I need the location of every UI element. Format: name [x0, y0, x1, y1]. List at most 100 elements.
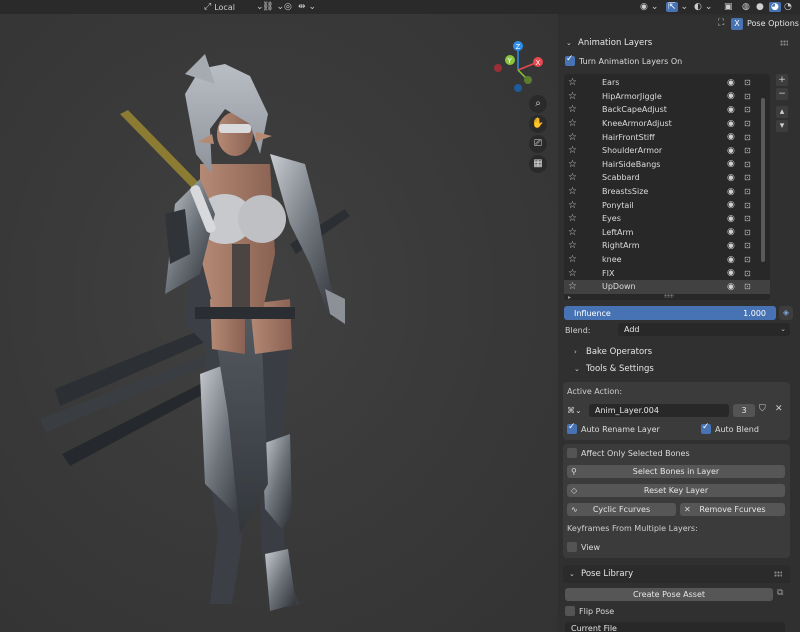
- lock-icon[interactable]: ⊡: [744, 160, 751, 169]
- animation-layers-header[interactable]: ⌄ Animation Layers: [560, 34, 796, 52]
- lock-icon[interactable]: ⊡: [744, 133, 751, 142]
- star-icon[interactable]: ☆: [568, 281, 577, 292]
- star-icon[interactable]: ☆: [568, 254, 577, 265]
- zoom-icon[interactable]: ⌕: [529, 95, 547, 113]
- lock-icon[interactable]: ⊡: [744, 282, 751, 291]
- bake-operators-header[interactable]: › Bake Operators: [568, 343, 800, 361]
- eye-icon[interactable]: ◉: [727, 200, 735, 210]
- select-bones-button[interactable]: ⚲ Select Bones in Layer: [567, 465, 785, 478]
- star-icon[interactable]: ☆: [568, 227, 577, 238]
- rig-icon[interactable]: ⛶: [718, 18, 724, 28]
- star-icon[interactable]: ☆: [568, 172, 577, 183]
- lock-icon[interactable]: ⊡: [744, 255, 751, 264]
- pose-options-icon[interactable]: ⧉: [777, 588, 783, 598]
- list-item[interactable]: ☆ Eyes ◉ ⊡: [564, 212, 770, 226]
- eye-icon[interactable]: ◉: [727, 159, 735, 169]
- checkbox[interactable]: [565, 54, 575, 66]
- drag-grip-icon[interactable]: [780, 40, 788, 46]
- list-item[interactable]: ☆ HairFrontStiff ◉ ⊡: [564, 130, 770, 144]
- asset-library-dropdown[interactable]: Current File: [565, 622, 785, 632]
- eye-icon[interactable]: ◉: [727, 132, 735, 142]
- star-icon[interactable]: ☆: [568, 145, 577, 156]
- lock-icon[interactable]: ⊡: [744, 119, 751, 128]
- expand-list-icon[interactable]: ▸: [568, 294, 571, 300]
- 3d-viewport[interactable]: Z X Y ⌕ ✋ ⎚ ▦: [0, 14, 558, 632]
- action-browse-icon[interactable]: ⌘⌄: [567, 404, 587, 417]
- list-item-selected[interactable]: ☆ UpDown ◉ ⊡: [564, 280, 770, 294]
- eye-icon[interactable]: ◉: [727, 255, 735, 265]
- view-toggle[interactable]: View: [567, 542, 600, 552]
- flip-pose-toggle[interactable]: Flip Pose: [565, 606, 614, 616]
- affect-selected-toggle[interactable]: Affect Only Selected Bones: [567, 448, 690, 458]
- tab-pose-options[interactable]: Pose Options: [747, 18, 799, 30]
- lock-icon[interactable]: ⊡: [744, 146, 751, 155]
- eye-icon[interactable]: ◉: [727, 227, 735, 237]
- star-icon[interactable]: ☆: [568, 104, 577, 115]
- list-scrollbar[interactable]: [761, 98, 765, 262]
- star-icon[interactable]: ☆: [568, 213, 577, 224]
- star-icon[interactable]: ☆: [568, 91, 577, 102]
- list-item[interactable]: ☆ FIX ◉ ⊡: [564, 266, 770, 280]
- lock-icon[interactable]: ⊡: [744, 241, 751, 250]
- checkbox[interactable]: [567, 448, 577, 458]
- eye-icon[interactable]: ◉: [727, 187, 735, 197]
- list-item[interactable]: ☆ BackCapeAdjust ◉ ⊡: [564, 103, 770, 117]
- layers-list[interactable]: ☆ Ears ◉ ⊡ ☆ HipArmorJiggle ◉ ⊡ ☆ BackCapeAdjus…: [564, 74, 770, 300]
- shading-solid[interactable]: ●: [756, 1, 764, 13]
- gizmo-toggle[interactable]: ⇱ ⌄: [666, 1, 688, 13]
- move-down-button[interactable]: ▾: [776, 120, 788, 132]
- list-item[interactable]: ☆ HipArmorJiggle ◉ ⊡: [564, 90, 770, 104]
- list-item[interactable]: ☆ knee ◉ ⊡: [564, 253, 770, 267]
- lock-icon[interactable]: ⊡: [744, 92, 751, 101]
- star-icon[interactable]: ☆: [568, 186, 577, 197]
- lock-icon[interactable]: ⊡: [744, 228, 751, 237]
- auto-blend-toggle[interactable]: Auto Blend: [701, 422, 759, 434]
- eye-icon[interactable]: ◉: [727, 105, 735, 115]
- lock-icon[interactable]: ⊡: [744, 214, 751, 223]
- influence-slider[interactable]: Influence 1.000: [564, 306, 776, 320]
- list-item[interactable]: ☆ BreastsSize ◉ ⊡: [564, 185, 770, 199]
- star-icon[interactable]: ☆: [568, 118, 577, 129]
- proportional-edit-button[interactable]: ◎: [284, 1, 292, 13]
- blend-dropdown[interactable]: Add ⌄: [618, 323, 790, 336]
- lock-icon[interactable]: ⊡: [744, 173, 751, 182]
- star-icon[interactable]: ☆: [568, 268, 577, 279]
- list-item[interactable]: ☆ KneeArmorAdjust ◉ ⊡: [564, 117, 770, 131]
- resize-grip-icon[interactable]: [664, 294, 674, 298]
- checkbox[interactable]: [701, 422, 711, 434]
- add-layer-button[interactable]: +: [776, 74, 788, 86]
- eye-icon[interactable]: ◉: [727, 146, 735, 156]
- star-icon[interactable]: ☆: [568, 240, 577, 251]
- lock-icon[interactable]: ⊡: [744, 269, 751, 278]
- list-item[interactable]: ☆ Ponytail ◉ ⊡: [564, 198, 770, 212]
- visibility-dropdown[interactable]: ◉ ⌄: [640, 1, 658, 13]
- navigation-gizmo[interactable]: Z X Y: [490, 40, 546, 96]
- eye-icon[interactable]: ◉: [727, 91, 735, 101]
- shading-rendered[interactable]: ◔: [784, 1, 792, 13]
- star-icon[interactable]: ☆: [568, 159, 577, 170]
- lock-icon[interactable]: ⊡: [744, 78, 751, 87]
- close-icon[interactable]: ✕: [775, 404, 783, 414]
- eye-icon[interactable]: ◉: [727, 241, 735, 251]
- shading-material[interactable]: ◕: [769, 1, 781, 13]
- snap-toggle[interactable]: ⛓ ⌄: [262, 1, 284, 13]
- list-item[interactable]: ☆ RightArm ◉ ⊡: [564, 239, 770, 253]
- camera-icon[interactable]: ⎚: [529, 135, 547, 153]
- cyclic-fcurves-button[interactable]: ∿ Cyclic Fcurves: [567, 503, 676, 516]
- eye-icon[interactable]: ◉: [727, 173, 735, 183]
- remove-layer-button[interactable]: −: [776, 88, 788, 100]
- tools-settings-header[interactable]: ⌄ Tools & Settings: [568, 360, 800, 378]
- list-item[interactable]: ☆ Ears ◉ ⊡: [564, 76, 770, 90]
- eye-icon[interactable]: ◉: [727, 119, 735, 129]
- action-name-field[interactable]: Anim_Layer.004: [589, 404, 729, 417]
- move-up-button[interactable]: ▴: [776, 106, 788, 118]
- mirror-button[interactable]: ⇹ ⌄: [298, 1, 316, 13]
- list-item[interactable]: ☆ Scabbard ◉ ⊡: [564, 171, 770, 185]
- create-pose-asset-button[interactable]: Create Pose Asset: [565, 588, 773, 601]
- checkbox[interactable]: [567, 542, 577, 552]
- drag-grip-icon[interactable]: [774, 571, 782, 577]
- pose-library-header[interactable]: ⌄ Pose Library: [563, 565, 790, 583]
- action-users-count[interactable]: 3: [733, 404, 755, 417]
- overlay-toggle[interactable]: ◐ ⌄: [694, 1, 712, 13]
- reset-key-button[interactable]: ◇ Reset Key Layer: [567, 484, 785, 497]
